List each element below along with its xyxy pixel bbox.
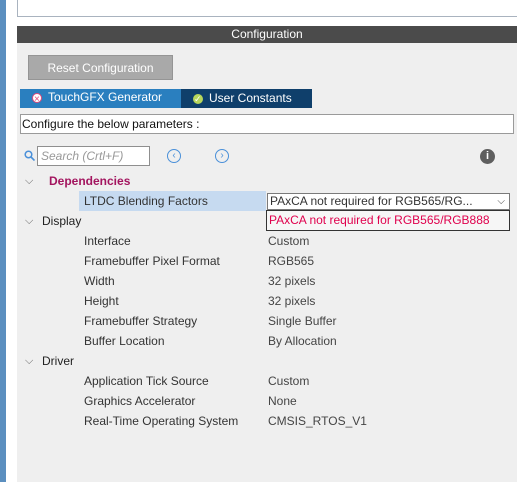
param-row[interactable]: Real-Time Operating System CMSIS_RTOS_V1 (17, 411, 517, 431)
ltdc-blending-select[interactable]: PAxCA not required for RGB565/RG... ⌵ (267, 193, 510, 210)
param-row[interactable]: Buffer Location By Allocation (17, 331, 517, 351)
chevron-down-icon: ⌵ (25, 355, 34, 367)
tab-label: User Constants (209, 91, 292, 105)
chevron-down-icon: ⌵ (25, 215, 34, 227)
param-row[interactable]: Height 32 pixels (17, 291, 517, 311)
instruction-text: Configure the below parameters : (20, 114, 514, 134)
param-value: 32 pixels (268, 294, 316, 308)
param-value: None (268, 394, 297, 408)
param-label: Width (84, 274, 115, 288)
select-value: PAxCA not required for RGB565/RG... (270, 194, 473, 208)
group-label: Driver (42, 354, 74, 368)
param-row-ltdc-blending[interactable]: LTDC Blending Factors PAxCA not required… (17, 191, 517, 211)
info-icon[interactable]: i (480, 149, 495, 164)
configuration-header: Configuration (17, 26, 517, 43)
param-label: Framebuffer Pixel Format (84, 254, 220, 268)
param-label: Real-Time Operating System (84, 414, 239, 428)
param-value: Custom (268, 374, 310, 388)
dropdown-list: PAxCA not required for RGB565/RGB888 (266, 210, 510, 231)
param-row[interactable]: Framebuffer Pixel Format RGB565 (17, 251, 517, 271)
dropdown-option[interactable]: PAxCA not required for RGB565/RGB888 (267, 211, 509, 230)
param-row[interactable]: Width 32 pixels (17, 271, 517, 291)
tab-label: TouchGFX Generator (48, 90, 163, 104)
param-label: LTDC Blending Factors (84, 194, 208, 208)
param-value: Single Buffer (268, 314, 337, 328)
param-label: Interface (84, 234, 131, 248)
group-label: Dependencies (49, 174, 131, 188)
left-panel-edge (0, 0, 6, 482)
param-label: Application Tick Source (84, 374, 209, 388)
param-label: Height (84, 294, 119, 308)
next-result-button[interactable]: › (215, 149, 229, 163)
param-value: RGB565 (268, 254, 315, 268)
reset-configuration-button[interactable]: Reset Configuration (28, 55, 173, 80)
param-value: CMSIS_RTOS_V1 (268, 414, 367, 428)
search-icon (24, 150, 35, 161)
error-badge-icon (32, 90, 42, 109)
param-row[interactable]: Application Tick Source Custom (17, 371, 517, 391)
param-value: By Allocation (268, 334, 337, 348)
param-label: Graphics Accelerator (84, 394, 196, 408)
param-label: Buffer Location (84, 334, 165, 348)
group-label: Display (42, 214, 82, 228)
param-value: Custom (268, 234, 310, 248)
group-dependencies[interactable]: ⌵ Dependencies (17, 171, 517, 191)
param-label: Framebuffer Strategy (84, 314, 198, 328)
chevron-down-icon: ⌵ (497, 196, 505, 207)
param-value: 32 pixels (268, 274, 316, 288)
group-driver[interactable]: ⌵ Driver (17, 351, 517, 371)
check-badge-icon (193, 90, 203, 109)
param-row[interactable]: Framebuffer Strategy Single Buffer (17, 311, 517, 331)
param-row[interactable]: Graphics Accelerator None (17, 391, 517, 411)
tab-user-constants[interactable]: User Constants (181, 89, 312, 109)
tab-touchgfx-generator[interactable]: TouchGFX Generator (20, 89, 181, 109)
param-row[interactable]: Interface Custom (17, 231, 517, 251)
chevron-down-icon: ⌵ (25, 175, 34, 187)
upper-panel (17, 0, 517, 17)
previous-result-button[interactable]: ‹ (167, 149, 181, 163)
search-input[interactable]: Search (Crtl+F) (37, 146, 150, 166)
